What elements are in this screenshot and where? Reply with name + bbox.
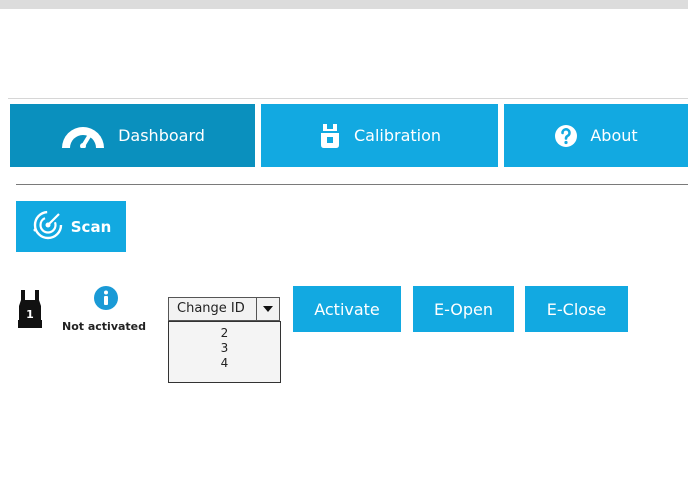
svg-text:1: 1 <box>26 308 34 321</box>
question-icon <box>554 124 578 148</box>
change-id-dropdown: 2 3 4 <box>168 321 281 383</box>
scan-label: Scan <box>70 217 112 236</box>
scan-button[interactable]: Scan <box>16 201 126 252</box>
radar-scan-icon <box>31 208 65 246</box>
change-id-select[interactable]: Change ID <box>168 297 280 321</box>
e-open-button[interactable]: E-Open <box>413 286 514 332</box>
gripper-1-icon: 1 <box>18 290 42 332</box>
section-divider <box>16 184 688 185</box>
change-id-value: Change ID <box>169 298 257 320</box>
e-close-button[interactable]: E-Close <box>525 286 628 332</box>
dropdown-option[interactable]: 2 <box>169 326 280 341</box>
chevron-down-icon[interactable] <box>257 298 279 320</box>
dashboard-gauge-icon <box>60 124 106 148</box>
dropdown-option[interactable]: 4 <box>169 356 280 371</box>
tab-calibration-label: Calibration <box>353 126 442 145</box>
tab-about-label: About <box>590 126 638 145</box>
dropdown-option[interactable]: 3 <box>169 341 280 356</box>
tab-dashboard[interactable]: Dashboard <box>10 104 255 167</box>
info-icon <box>94 286 118 314</box>
top-divider <box>8 98 688 99</box>
activation-status: Not activated <box>62 320 147 333</box>
tab-bar: Dashboard Calibration About <box>10 104 688 167</box>
activate-button[interactable]: Activate <box>293 286 401 332</box>
top-strip <box>0 0 688 9</box>
gripper-calibration-icon <box>318 123 342 149</box>
tab-dashboard-label: Dashboard <box>118 126 205 145</box>
tab-calibration[interactable]: Calibration <box>261 104 498 167</box>
tab-about[interactable]: About <box>504 104 688 167</box>
